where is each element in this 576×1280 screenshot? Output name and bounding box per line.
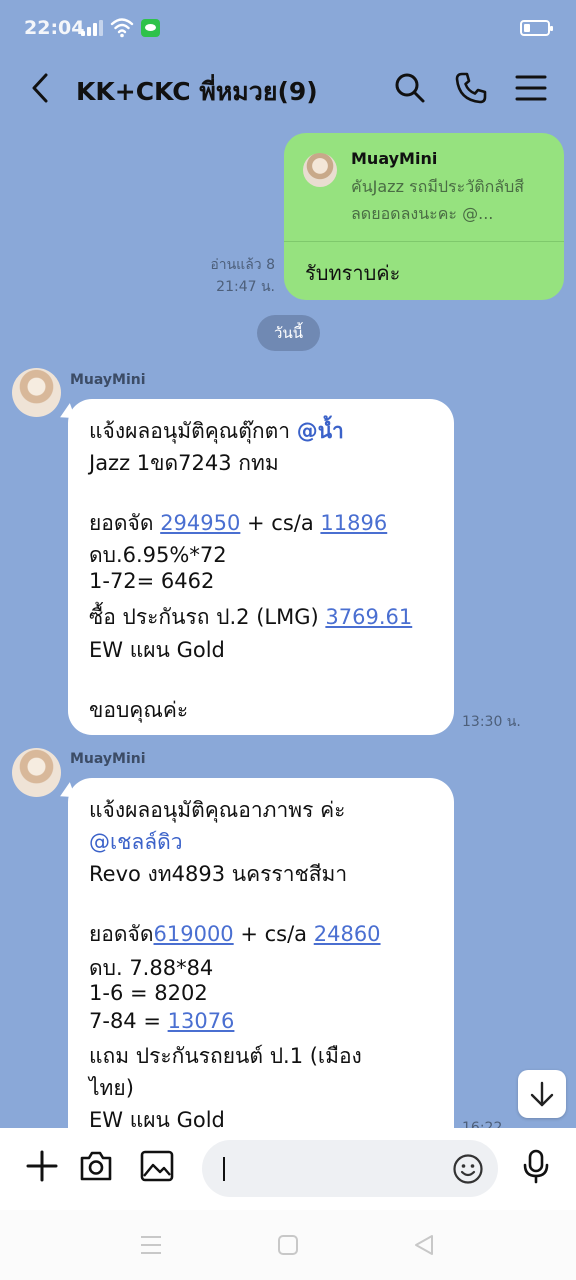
message-line: 1-72= 6462 xyxy=(89,569,215,593)
message-line: ยอดจัด619000 + cs/a 24860 xyxy=(89,922,381,946)
read-label: อ่านแล้ว 8 xyxy=(210,257,275,273)
message-input[interactable] xyxy=(202,1140,498,1197)
avatar[interactable] xyxy=(12,368,61,417)
message-line: 7-84 = 13076 xyxy=(89,1009,235,1033)
signal-icon xyxy=(81,20,105,36)
number-link[interactable]: 294950 xyxy=(160,511,240,535)
menu-icon[interactable] xyxy=(513,70,549,106)
wifi-icon xyxy=(110,18,134,38)
incoming-message[interactable]: แจ้งผลอนุมัติคุณอาภาพร ค่ะ @เชลล์ดิว Rev… xyxy=(68,778,454,1128)
chat-title: KK+CKC พี่หมวย(9) xyxy=(76,77,318,106)
recent-apps-icon[interactable] xyxy=(139,1234,163,1256)
back-arrow-icon[interactable] xyxy=(26,70,58,106)
message-line: ขอบคุณค่ะ xyxy=(89,698,189,722)
reply-avatar xyxy=(303,153,337,187)
battery-icon xyxy=(520,20,553,36)
status-time: 22:04 xyxy=(24,17,85,39)
search-icon[interactable] xyxy=(392,70,428,106)
read-receipt: อ่านแล้ว 8 21:47 น. xyxy=(180,254,275,298)
back-icon[interactable] xyxy=(412,1234,436,1256)
outgoing-message-text: รับทราบค่ะ xyxy=(305,261,401,285)
message-line: ยอดจัด 294950 + cs/a 11896 xyxy=(89,511,388,535)
scroll-to-bottom-button[interactable] xyxy=(518,1070,566,1118)
message-line: 1-6 = 8202 xyxy=(89,981,208,1005)
message-line: EW แผน Gold xyxy=(89,1108,225,1128)
line-app-icon xyxy=(141,19,160,37)
message-line: แถม ประกันรถยนต์ ป.1 (เมือง xyxy=(89,1044,362,1068)
camera-icon[interactable] xyxy=(78,1148,114,1184)
mention-link[interactable]: @น้ำ xyxy=(297,419,344,443)
text-caret xyxy=(223,1157,225,1181)
message-line: ดบ.6.95%*72 xyxy=(89,543,227,567)
message-line: EW แผน Gold xyxy=(89,638,225,662)
number-link[interactable]: 11896 xyxy=(320,511,387,535)
number-link[interactable]: 13076 xyxy=(168,1009,235,1033)
chat-header: KK+CKC พี่หมวย(9) xyxy=(0,58,576,122)
message-time: 13:30 น. xyxy=(462,714,521,730)
message-line: แจ้งผลอนุมัติคุณอาภาพร ค่ะ xyxy=(89,798,346,822)
system-nav-bar xyxy=(0,1210,576,1280)
arrow-down-icon xyxy=(530,1081,554,1107)
sender-name: MuayMini xyxy=(70,751,146,767)
number-link[interactable]: 3769.61 xyxy=(325,605,412,629)
input-bar xyxy=(0,1128,576,1210)
number-link[interactable]: 619000 xyxy=(154,922,234,946)
avatar[interactable] xyxy=(12,748,61,797)
number-link[interactable]: 24860 xyxy=(314,922,381,946)
reply-sender-name: MuayMini xyxy=(351,149,438,168)
status-bar: 22:04 xyxy=(0,0,576,58)
message-line: แจ้งผลอนุมัติคุณตุ๊กตา @น้ำ xyxy=(89,419,344,443)
phone-icon[interactable] xyxy=(453,70,489,106)
incoming-message[interactable]: แจ้งผลอนุมัติคุณตุ๊กตา @น้ำ Jazz 1ขด7243… xyxy=(68,399,454,735)
outgoing-message[interactable]: MuayMini คันJazz รถมีประวัติกลับสี ลดยอด… xyxy=(284,133,564,300)
message-line: ไทย) xyxy=(89,1076,134,1100)
outgoing-time: 21:47 น. xyxy=(216,279,275,295)
message-line: Jazz 1ขด7243 กทม xyxy=(89,451,279,475)
mention-link[interactable]: @เชลล์ดิว xyxy=(89,826,183,859)
sender-name: MuayMini xyxy=(70,372,146,388)
emoji-icon[interactable] xyxy=(452,1153,484,1185)
message-line: Revo งท4893 นครราชสีมา xyxy=(89,862,348,886)
plus-icon[interactable] xyxy=(24,1148,60,1184)
microphone-icon[interactable] xyxy=(518,1148,554,1184)
message-line: ซื้อ ประกันรถ ป.2 (LMG) 3769.61 xyxy=(89,605,413,629)
reply-divider xyxy=(284,241,564,242)
message-list[interactable]: MuayMini คันJazz รถมีประวัติกลับสี ลดยอด… xyxy=(0,122,576,1128)
image-icon[interactable] xyxy=(139,1148,175,1184)
home-icon[interactable] xyxy=(276,1234,300,1256)
message-time: 16:22 xyxy=(462,1120,503,1128)
date-separator: วันนี้ xyxy=(257,315,320,351)
reply-preview-text[interactable]: คันJazz รถมีประวัติกลับสี ลดยอดลงนะคะ @.… xyxy=(351,173,549,227)
